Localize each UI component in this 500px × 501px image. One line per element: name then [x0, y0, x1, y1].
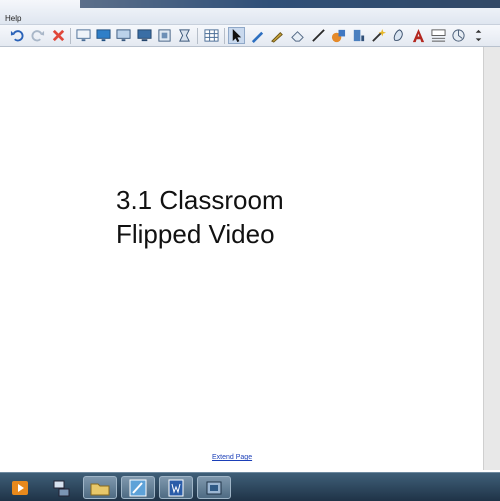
screen-shade-icon[interactable] [75, 27, 92, 44]
shape-icon[interactable] [330, 27, 347, 44]
toolbar [0, 25, 500, 47]
redo-icon[interactable] [29, 27, 46, 44]
vertical-scrollbar[interactable] [483, 47, 500, 470]
select-pointer-icon[interactable] [228, 27, 245, 44]
eraser-icon[interactable] [289, 27, 306, 44]
capture-icon[interactable] [156, 27, 173, 44]
menu-help[interactable]: Help [5, 14, 21, 23]
toolbar-separator [197, 28, 198, 44]
media-player-icon[interactable] [3, 476, 37, 499]
magic-pen-icon[interactable] [370, 27, 387, 44]
pen-icon[interactable] [249, 27, 266, 44]
properties-icon[interactable] [390, 27, 407, 44]
toolbar-separator [224, 28, 225, 44]
slide-title-line-1: 3.1 Classroom [116, 185, 284, 215]
word-icon[interactable] [159, 476, 193, 499]
notebook-app-icon[interactable] [121, 476, 155, 499]
table-icon[interactable] [203, 27, 220, 44]
undo-icon[interactable] [9, 27, 26, 44]
tools-icon[interactable] [197, 476, 231, 499]
taskbar [0, 472, 500, 501]
delete-icon[interactable] [50, 27, 67, 44]
monitor-icon[interactable] [115, 27, 132, 44]
whiteboard-canvas[interactable] [0, 47, 483, 470]
line-icon[interactable] [310, 27, 327, 44]
slide-title: 3.1 Classroom Flipped Video [116, 183, 416, 251]
window-title-strip [80, 0, 500, 8]
extend-page-link[interactable]: Extend Page [212, 454, 252, 461]
display-icon[interactable] [95, 27, 112, 44]
slide-title-line-2: Flipped Video [116, 219, 275, 249]
creative-pen-icon[interactable] [269, 27, 286, 44]
folder-icon[interactable] [83, 476, 117, 499]
menu-bar: Help [0, 0, 500, 25]
text-icon[interactable] [410, 27, 427, 44]
fill-icon[interactable] [350, 27, 367, 44]
crop-icon[interactable] [176, 27, 193, 44]
measure-icon[interactable] [450, 27, 467, 44]
font-icon[interactable] [430, 27, 447, 44]
more-icon[interactable] [470, 27, 487, 44]
presentation-icon[interactable] [136, 27, 153, 44]
toolbar-separator [70, 28, 71, 44]
network-icon[interactable] [44, 476, 78, 499]
